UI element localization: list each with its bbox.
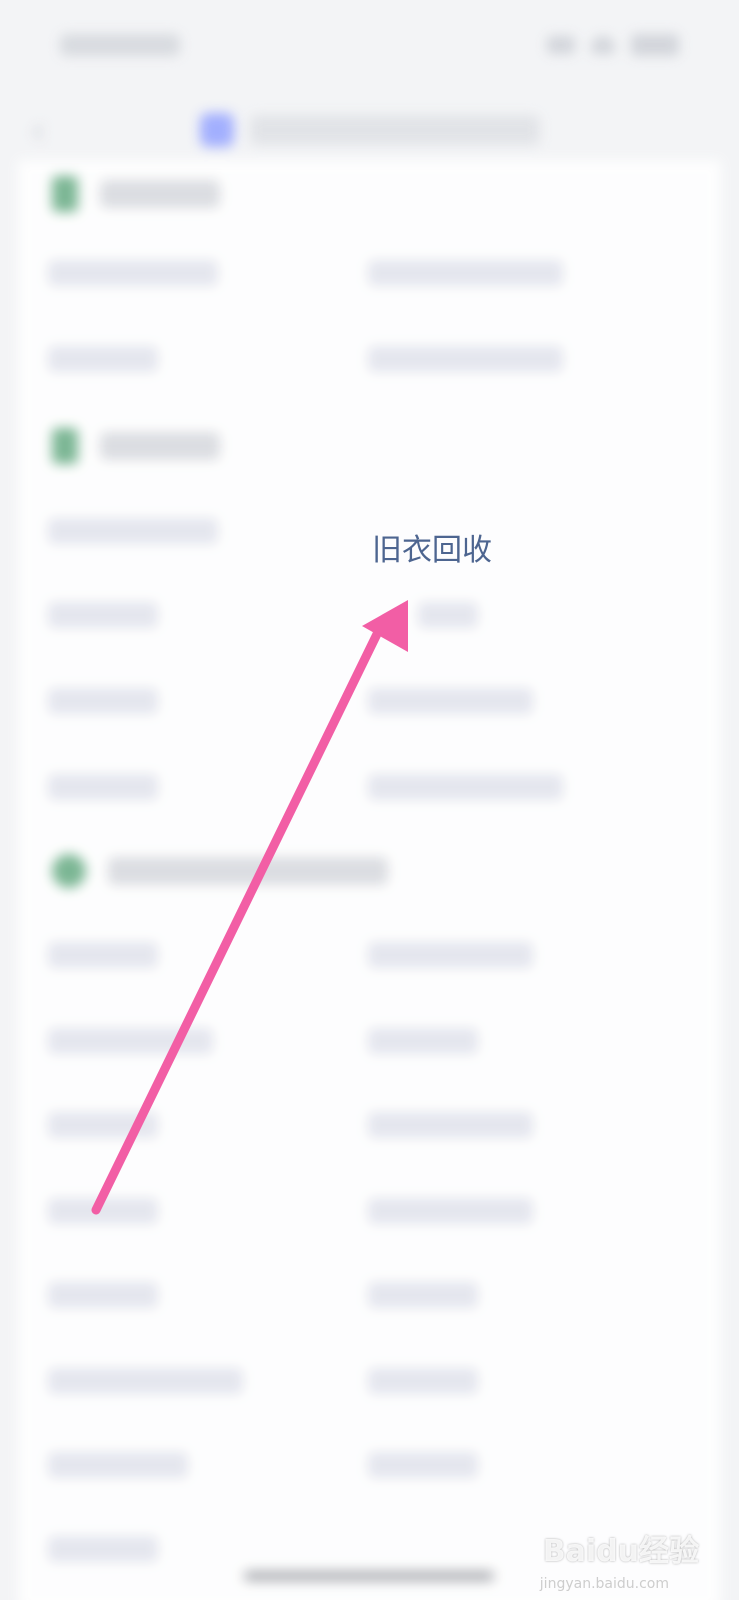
section-title-placeholder [100,180,220,208]
list-item[interactable] [48,346,158,372]
list-item[interactable] [368,774,563,800]
service-list-card [18,160,721,1600]
app-icon [199,113,234,147]
section-title-placeholder [108,857,388,885]
section-title-placeholder [100,432,220,460]
back-chevron-icon[interactable]: ‹ [30,108,46,154]
battery-recycle-icon [52,428,78,464]
screen: ‹ 旧衣回收 Baidu经验 jingyan.baidu.com [0,0,739,1600]
wifi-icon [591,36,615,54]
list-item[interactable] [48,1112,158,1138]
header-title-placeholder [249,115,540,145]
list-item[interactable] [48,1028,213,1054]
list-item[interactable] [368,346,563,372]
section-header-1 [52,176,220,212]
old-clothes-recycling-item[interactable]: 旧衣回收 [372,525,492,569]
status-time-placeholder [60,34,180,56]
header: ‹ [0,90,739,170]
list-item[interactable] [368,942,533,968]
weather-globe-icon [52,854,86,888]
list-item[interactable] [368,1198,533,1224]
trash-bin-icon [52,176,78,212]
list-item[interactable] [368,688,533,714]
list-item[interactable] [48,260,218,286]
list-item[interactable] [48,688,158,714]
blurred-background: ‹ [0,0,739,1600]
list-item[interactable] [368,1028,478,1054]
status-icons [547,34,679,56]
list-item[interactable] [418,602,478,628]
status-bar [0,0,739,90]
list-item[interactable] [368,1452,478,1478]
list-item[interactable] [48,1536,158,1562]
section-header-2 [52,428,220,464]
list-item[interactable] [48,1368,243,1394]
watermark-url: jingyan.baidu.com [539,1576,669,1592]
list-item[interactable] [48,942,158,968]
signal-icon [547,36,575,54]
section-header-3 [52,854,388,888]
list-item[interactable] [48,1198,158,1224]
list-item[interactable] [368,1112,533,1138]
list-item[interactable] [48,774,158,800]
list-item[interactable] [368,1282,478,1308]
watermark-logo: Baidu经验 [542,1534,699,1569]
list-item[interactable] [48,1282,158,1308]
list-item[interactable] [368,260,563,286]
list-item[interactable] [48,1452,188,1478]
list-item[interactable] [368,1368,478,1394]
home-indicator [244,1572,494,1580]
list-item[interactable] [48,602,158,628]
list-item[interactable] [48,518,218,544]
battery-icon [631,34,679,56]
